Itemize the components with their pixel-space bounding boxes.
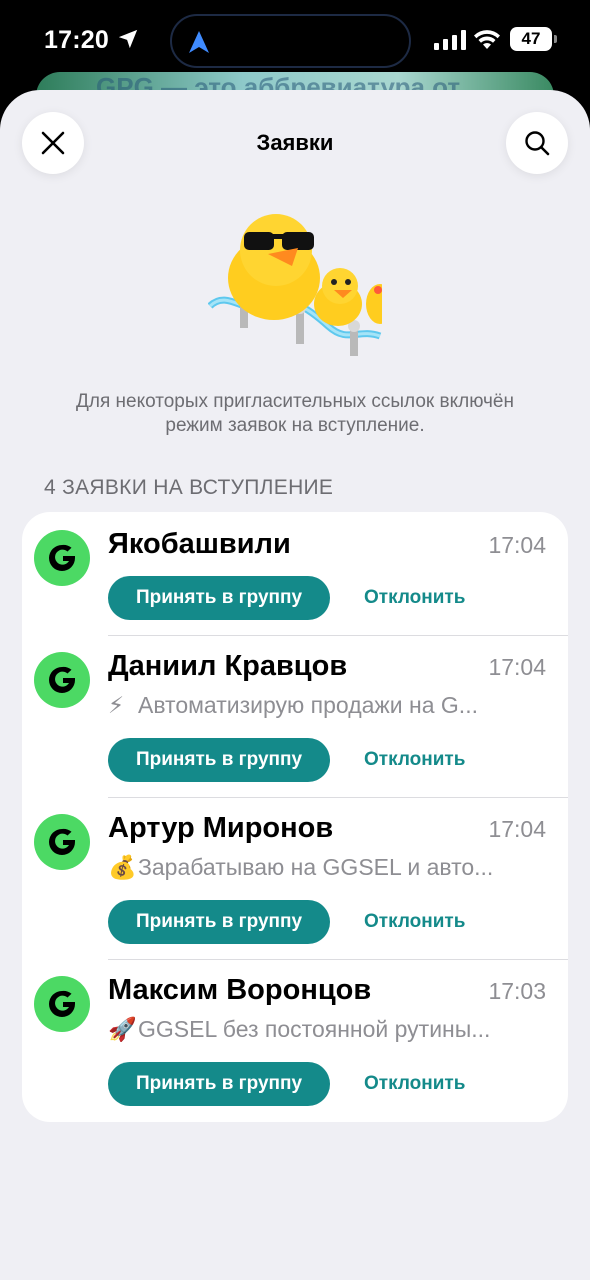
requester-name: Артур Миронов (108, 812, 334, 844)
requests-list: Якобашвили 17:04 Принять в группу Отклон… (22, 512, 568, 1122)
search-icon (525, 131, 550, 156)
requester-bio: ⚡ Автоматизирую продажи на G... (108, 692, 548, 719)
search-button[interactable] (506, 112, 568, 174)
page-title: Заявки (256, 130, 334, 155)
bio-text: Зарабатываю на GGSEL и авто... (138, 854, 494, 880)
decline-button[interactable]: Отклонить (364, 1062, 465, 1106)
wifi-icon (474, 30, 500, 49)
request-time: 17:04 (488, 532, 546, 558)
request-row: Якобашвили 17:04 Принять в группу Отклон… (22, 512, 568, 636)
requester-bio: 💰Зарабатываю на GGSEL и авто... (108, 854, 548, 881)
accept-button[interactable]: Принять в группу (108, 1062, 330, 1106)
decline-button[interactable]: Отклонить (364, 900, 465, 944)
status-time: 17:20 (44, 26, 109, 54)
info-text: Для некоторых пригласительных ссылок вкл… (75, 391, 514, 436)
ggsel-logo-icon (49, 828, 75, 855)
bio-emoji: 🚀 (108, 1016, 137, 1042)
requests-section-header: 4 ЗАЯВКИ НА ВСТУПЛЕНИЕ (44, 476, 334, 499)
request-row: Максим Воронцов 17:03 🚀GGSEL без постоян… (22, 960, 568, 1122)
accept-button[interactable]: Принять в группу (108, 900, 330, 944)
bio-emoji: 💰 (108, 854, 137, 880)
request-time: 17:04 (488, 654, 546, 680)
accept-button[interactable]: Принять в группу (108, 576, 330, 620)
requester-bio: 🚀GGSEL без постоянной рутины... (108, 1016, 548, 1043)
navigation-arrow-icon (189, 31, 209, 53)
avatar[interactable] (34, 976, 90, 1032)
ggsel-logo-icon (49, 666, 75, 693)
cellular-signal-icon (434, 30, 466, 50)
dynamic-island[interactable] (170, 14, 411, 68)
bio-text: Автоматизирую продажи на G... (138, 692, 478, 718)
avatar[interactable] (34, 814, 90, 870)
request-time: 17:04 (488, 816, 546, 842)
duck-sticker (208, 214, 382, 356)
bio-text: GGSEL без постоянной рутины... (138, 1016, 491, 1042)
request-time: 17:03 (488, 978, 546, 1004)
requester-name: Якобашвили (108, 528, 291, 560)
requester-name: Максим Воронцов (108, 974, 372, 1006)
requests-sheet: Заявки Для некоторых пригласительных ссы… (0, 90, 590, 1280)
ggsel-logo-icon (49, 990, 75, 1017)
request-row: Артур Миронов 17:04 💰Зарабатываю на GGSE… (22, 798, 568, 960)
accept-button[interactable]: Принять в группу (108, 738, 330, 782)
requester-name: Даниил Кравцов (108, 650, 348, 682)
bio-emoji: ⚡ (108, 692, 125, 718)
status-bar: 17:20 47 (0, 0, 590, 80)
avatar[interactable] (34, 530, 90, 586)
avatar[interactable] (34, 652, 90, 708)
request-row: Даниил Кравцов 17:04 ⚡ Автоматизирую прод… (22, 636, 568, 798)
location-arrow-icon (118, 29, 138, 49)
decline-button[interactable]: Отклонить (364, 738, 465, 782)
decline-button[interactable]: Отклонить (364, 576, 465, 620)
ggsel-logo-icon (49, 544, 75, 571)
battery-indicator: 47 (510, 27, 557, 51)
